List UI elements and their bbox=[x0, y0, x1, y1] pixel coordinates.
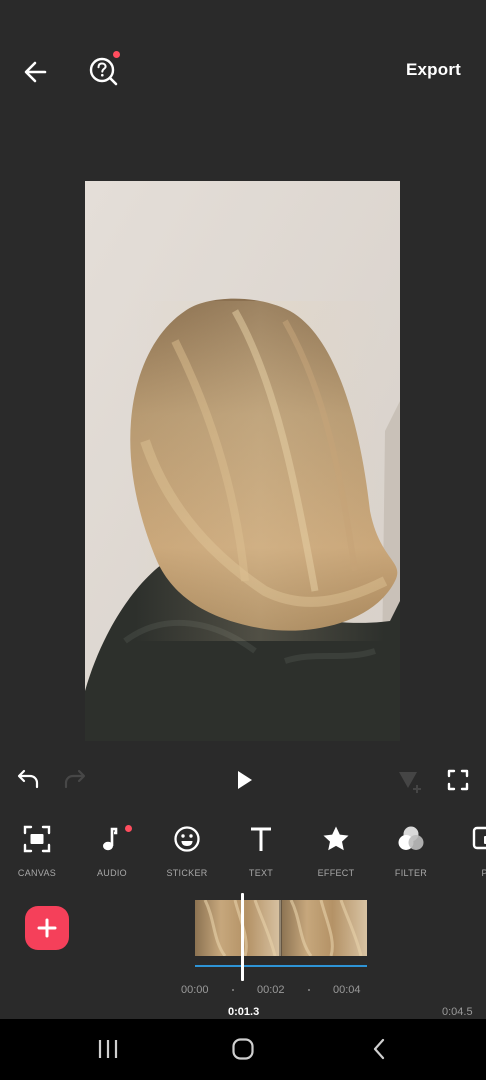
nav-recents-button[interactable] bbox=[78, 1019, 138, 1080]
tool-label: AUDIO bbox=[96, 868, 127, 878]
clip-thumbnails bbox=[195, 900, 367, 956]
tool-audio[interactable]: AUDIO bbox=[75, 818, 149, 884]
nav-home-button[interactable] bbox=[213, 1019, 273, 1080]
preview-photo bbox=[85, 181, 400, 741]
fullscreen-icon bbox=[447, 769, 469, 791]
video-preview[interactable] bbox=[85, 181, 400, 741]
recents-icon bbox=[98, 1040, 118, 1058]
time-tick: 00:00 bbox=[181, 984, 209, 996]
edit-toolbar: CANVAS AUDIO STICKER TEXT EFFECT FILTER … bbox=[0, 818, 486, 884]
tool-label: FILTER bbox=[394, 868, 428, 878]
redo-button[interactable] bbox=[62, 766, 88, 792]
keyframe-button[interactable] bbox=[396, 767, 424, 795]
tick-dot bbox=[232, 989, 234, 991]
question-search-icon bbox=[89, 57, 118, 86]
tool-filter[interactable]: FILTER bbox=[374, 818, 448, 884]
fullscreen-button[interactable] bbox=[446, 768, 470, 792]
redo-icon bbox=[64, 769, 86, 789]
star-icon bbox=[323, 826, 349, 851]
video-clip[interactable] bbox=[195, 900, 367, 956]
system-navigation-bar bbox=[0, 1019, 486, 1080]
filter-icon bbox=[398, 826, 424, 850]
tool-label: PI bbox=[481, 868, 486, 878]
canvas-icon bbox=[23, 825, 51, 853]
play-icon bbox=[238, 771, 252, 789]
home-icon bbox=[232, 1038, 254, 1060]
help-button[interactable] bbox=[86, 52, 124, 90]
text-icon bbox=[251, 827, 271, 851]
tool-effect[interactable]: EFFECT bbox=[299, 818, 373, 884]
smiley-icon bbox=[174, 826, 200, 852]
play-button[interactable] bbox=[232, 768, 256, 792]
tool-label: CANVAS bbox=[17, 868, 57, 878]
undo-button[interactable] bbox=[15, 766, 41, 792]
tool-label: EFFECT bbox=[317, 868, 355, 878]
clip-progress-track bbox=[195, 965, 367, 967]
total-duration: 0:04.5 bbox=[442, 1006, 473, 1018]
current-time: 0:01.3 bbox=[228, 1006, 260, 1018]
keyframe-icon bbox=[399, 772, 421, 793]
arrow-left-icon bbox=[24, 61, 47, 83]
tool-label: TEXT bbox=[248, 868, 274, 878]
notification-dot bbox=[125, 825, 132, 832]
tool-pip[interactable]: PI bbox=[449, 818, 486, 884]
tool-sticker[interactable]: STICKER bbox=[150, 818, 224, 884]
tool-canvas[interactable]: CANVAS bbox=[0, 818, 74, 884]
time-tick: 00:02 bbox=[257, 984, 285, 996]
plus-icon bbox=[37, 918, 57, 938]
export-button[interactable]: Export bbox=[406, 60, 461, 80]
tool-label: STICKER bbox=[166, 868, 208, 878]
undo-icon bbox=[17, 769, 39, 789]
back-button[interactable] bbox=[18, 55, 54, 89]
playhead[interactable] bbox=[241, 893, 244, 981]
nav-back-button[interactable] bbox=[350, 1019, 410, 1080]
music-note-icon bbox=[103, 827, 118, 851]
add-clip-button[interactable] bbox=[25, 906, 69, 950]
notification-dot bbox=[113, 51, 120, 58]
pip-icon bbox=[472, 826, 486, 850]
nav-back-icon bbox=[373, 1038, 385, 1060]
tool-text[interactable]: TEXT bbox=[224, 818, 298, 884]
tick-dot bbox=[308, 989, 310, 991]
time-tick: 00:04 bbox=[333, 984, 361, 996]
